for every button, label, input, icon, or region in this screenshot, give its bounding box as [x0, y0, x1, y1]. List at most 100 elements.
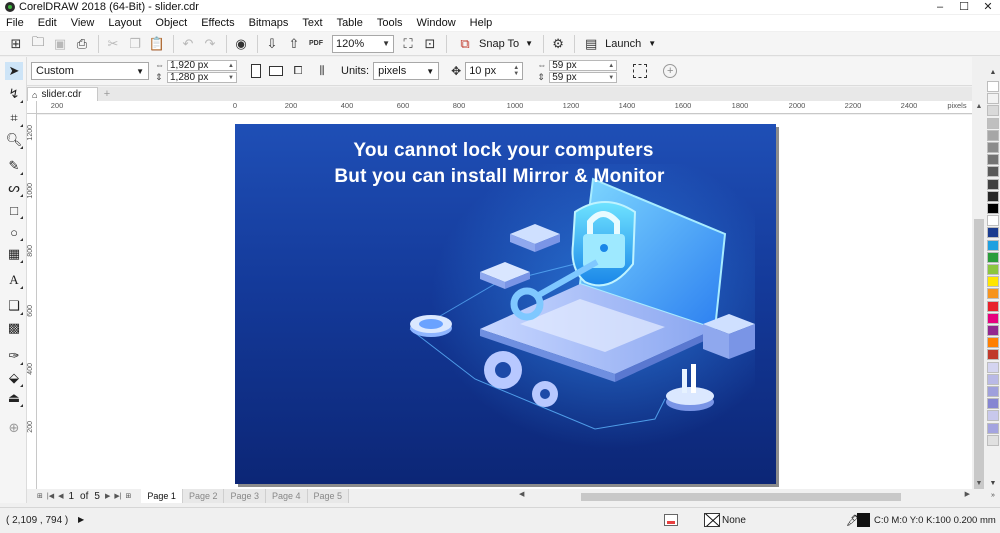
menu-effects[interactable]: Effects	[194, 17, 241, 29]
previous-page-icon[interactable]: ◀	[58, 492, 63, 500]
snap-to-button[interactable]: ⧉ Snap To ▼	[455, 34, 533, 54]
palette-swatch[interactable]	[987, 300, 999, 312]
palette-swatch[interactable]	[987, 373, 999, 385]
palette-swatch[interactable]	[987, 129, 999, 141]
horizontal-scrollbar[interactable]: ◀ ▶	[517, 490, 972, 501]
menu-view[interactable]: View	[64, 17, 102, 29]
palette-swatch[interactable]	[987, 166, 999, 178]
search-content-icon[interactable]: ◉	[231, 34, 251, 54]
palette-swatch[interactable]	[987, 227, 999, 239]
new-tab-icon[interactable]: +	[100, 87, 114, 101]
page-height-field[interactable]: 1,280 px ▼	[167, 71, 237, 83]
interactive-fill-tool-icon[interactable]: ⬙	[5, 369, 23, 387]
smart-fill-tool-icon[interactable]: ⏏	[5, 389, 23, 407]
palette-swatch[interactable]	[987, 288, 999, 300]
page-tab-3[interactable]: Page 3	[224, 489, 266, 503]
page-frame-icon[interactable]	[633, 64, 648, 78]
palette-swatch[interactable]	[987, 276, 999, 288]
menu-window[interactable]: Window	[410, 17, 463, 29]
shape-tool-icon[interactable]: ↯	[5, 85, 23, 103]
add-page-icon[interactable]: ⊞	[126, 492, 132, 500]
maximize-button[interactable]: ☐	[952, 0, 976, 14]
palette-swatch[interactable]	[987, 215, 999, 227]
palette-swatch[interactable]	[987, 203, 999, 214]
palette-swatch[interactable]	[987, 325, 999, 336]
artistic-media-tool-icon[interactable]: ᔕ	[5, 179, 23, 197]
rectangle-tool-icon[interactable]: □	[5, 201, 23, 219]
freehand-tool-icon[interactable]: ✎	[5, 157, 23, 175]
menu-help[interactable]: Help	[463, 17, 500, 29]
menu-text[interactable]: Text	[295, 17, 329, 29]
units-select[interactable]: pixels ▼	[373, 62, 440, 80]
fill-indicator-icon[interactable]	[664, 514, 678, 526]
page-width-field[interactable]: 1,920 px ▲	[167, 59, 237, 71]
copy-icon[interactable]: ❐	[125, 34, 145, 54]
duplicate-x-field[interactable]: 59 px ▲	[549, 59, 618, 71]
horizontal-ruler[interactable]: 200 0 200 400 600 800 1000 1200 1400 160…	[37, 101, 972, 114]
headline-line-1[interactable]: You cannot lock your computers	[235, 140, 774, 162]
close-button[interactable]: ✕	[976, 0, 1000, 14]
launch-button[interactable]: ▤ Launch ▼	[581, 34, 656, 54]
vertical-scrollbar[interactable]: ▲ ▼	[972, 101, 986, 489]
first-page-icon[interactable]: ⊞	[37, 492, 43, 500]
paste-icon[interactable]: 📋	[147, 34, 167, 54]
palette-expand-icon[interactable]: »	[986, 492, 1000, 499]
palette-swatch[interactable]	[987, 422, 999, 434]
undo-icon[interactable]: ↶	[178, 34, 198, 54]
crop-tool-icon[interactable]: ⌗	[5, 109, 23, 127]
menu-object[interactable]: Object	[148, 17, 194, 29]
palette-swatch[interactable]	[987, 337, 999, 349]
document-tab[interactable]: ⌂ slider.cdr	[27, 87, 98, 101]
palette-swatch[interactable]	[987, 178, 999, 190]
options-gear-icon[interactable]: ⚙	[548, 34, 568, 54]
outline-color-swatch[interactable]	[857, 513, 870, 527]
palette-swatch[interactable]	[987, 93, 999, 105]
palette-swatch[interactable]	[987, 361, 999, 373]
add-tool-icon[interactable]: ⊕	[5, 419, 23, 437]
palette-swatch[interactable]	[987, 239, 999, 251]
scroll-up-icon[interactable]: ▲	[972, 103, 986, 110]
pick-tool-icon[interactable]: ➤	[5, 62, 23, 80]
palette-swatch[interactable]	[987, 312, 999, 324]
redo-icon[interactable]: ↷	[200, 34, 220, 54]
menu-edit[interactable]: Edit	[31, 17, 64, 29]
palette-swatch[interactable]	[987, 154, 999, 166]
ellipse-tool-icon[interactable]: ○	[5, 223, 23, 241]
spinner-icon[interactable]: ▲	[228, 61, 236, 70]
scroll-right-icon[interactable]: ▶	[965, 490, 970, 498]
spinner-icon[interactable]: ▼	[228, 73, 236, 82]
vertical-scroll-thumb[interactable]	[974, 219, 984, 489]
publish-pdf-icon[interactable]: PDF	[306, 34, 326, 54]
vertical-ruler[interactable]: 1200 1000 800 600 400 200	[27, 101, 37, 489]
minimize-button[interactable]: –	[928, 0, 952, 14]
palette-swatch[interactable]	[987, 264, 999, 275]
duplicate-y-field[interactable]: 59 px ▼	[549, 71, 618, 83]
go-last-icon[interactable]: ▶|	[114, 492, 121, 500]
nudge-distance-field[interactable]: 10 px ▲ ▼	[465, 62, 524, 80]
headline-line-2[interactable]: But you can install Mirror & Monitor	[235, 166, 770, 188]
menu-file[interactable]: File	[0, 17, 31, 29]
go-first-icon[interactable]: |◀	[47, 492, 54, 500]
zoom-tool-icon[interactable]: 🔍︎	[5, 131, 23, 149]
transparency-tool-icon[interactable]: ▩	[5, 319, 23, 337]
menu-table[interactable]: Table	[330, 17, 370, 29]
new-document-icon[interactable]: ⊞	[6, 34, 26, 54]
menu-layout[interactable]: Layout	[101, 17, 148, 29]
palette-swatch[interactable]	[987, 190, 999, 202]
next-page-icon[interactable]: ▶	[105, 492, 110, 500]
import-icon[interactable]: ⇩	[262, 34, 282, 54]
spinner-icon[interactable]: ▲	[608, 61, 616, 70]
text-tool-icon[interactable]: A	[5, 271, 23, 289]
cut-icon[interactable]: ✂	[103, 34, 123, 54]
landscape-icon[interactable]	[269, 66, 283, 76]
palette-swatch[interactable]	[987, 117, 999, 129]
all-pages-icon[interactable]: ⧠	[289, 62, 307, 80]
palette-scroll-up-icon[interactable]: ▲	[986, 69, 1000, 76]
scroll-down-icon[interactable]: ▼	[972, 480, 986, 487]
save-icon[interactable]: ▣	[50, 34, 70, 54]
palette-swatch[interactable]	[987, 398, 999, 410]
palette-scroll-down-icon[interactable]: ▼	[986, 480, 1000, 487]
full-screen-preview-icon[interactable]: ⛶	[398, 34, 418, 54]
open-folder-icon[interactable]: 🗀	[28, 34, 48, 54]
page-tab-4[interactable]: Page 4	[266, 489, 308, 503]
